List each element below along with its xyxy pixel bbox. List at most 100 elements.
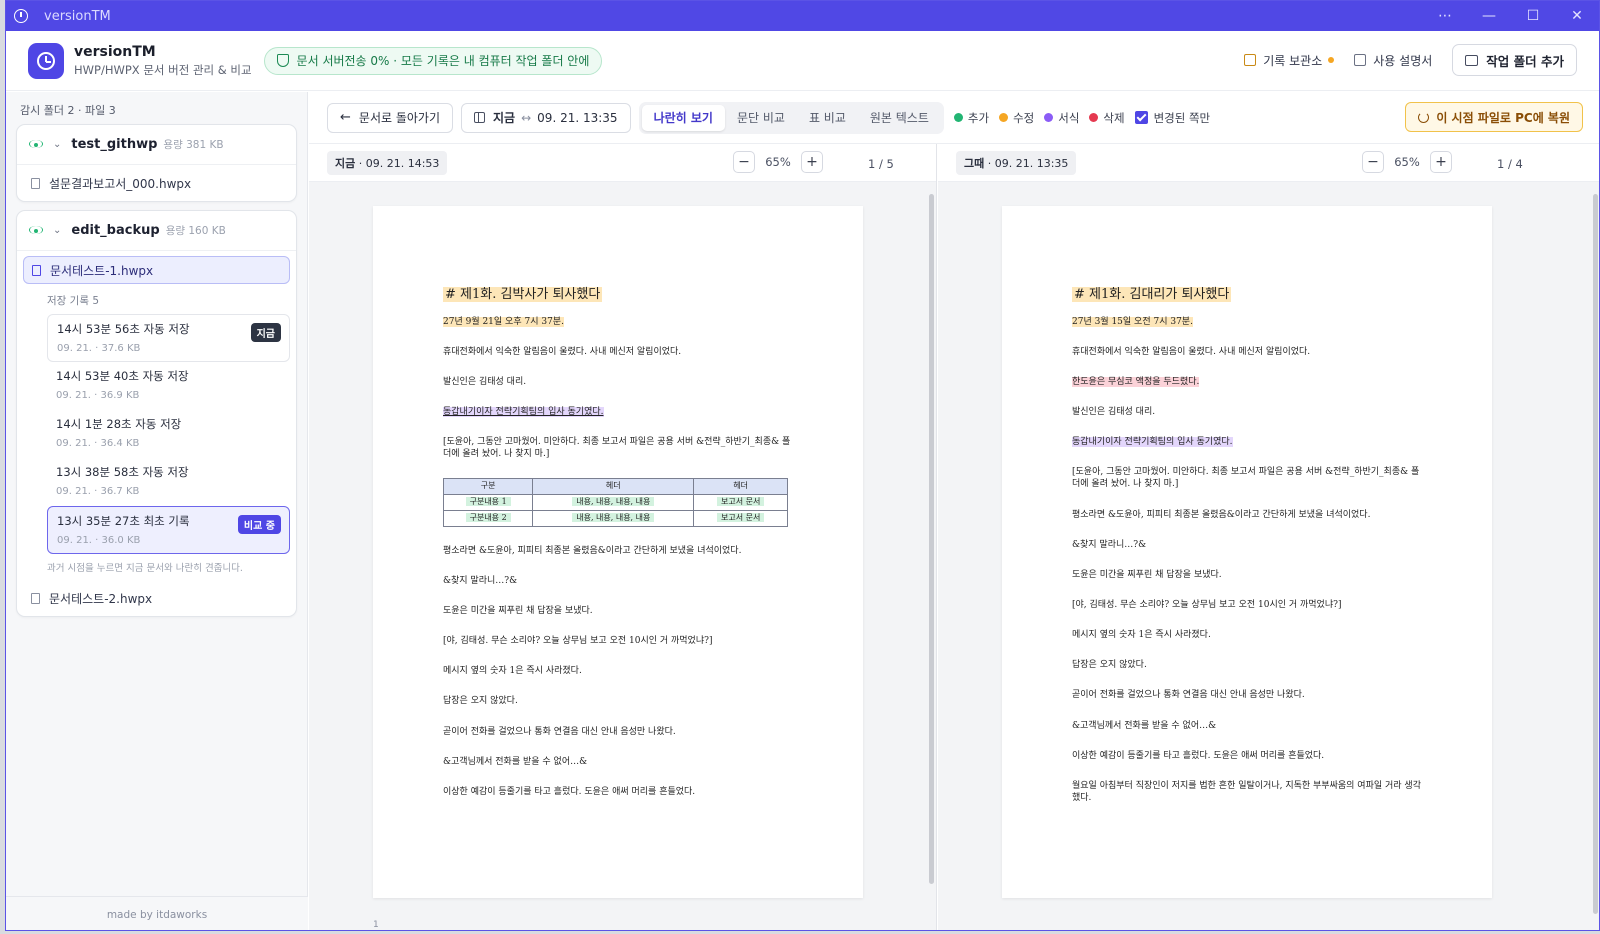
app-header: versionTM HWP/HWPX 문서 버전 관리 & 비교 문서 서버전송… bbox=[6, 31, 1599, 91]
manual-link[interactable]: 사용 설명서 bbox=[1354, 52, 1432, 69]
document-content: # 제1화. 김대리가 퇴사했다 27년 3월 15일 오전 7시 37분. 휴… bbox=[1072, 286, 1427, 804]
range-now: 지금 bbox=[493, 111, 516, 125]
doc-paragraph: 평소라면 &도윤아, 피피티 최종본 올렸음&이라고 간단하게 보냈을 녀석이었… bbox=[443, 545, 742, 556]
page-footer-number: 1 bbox=[373, 920, 379, 930]
tab-raw-text[interactable]: 원본 텍스트 bbox=[858, 105, 941, 131]
legend-deleted: 삭제 bbox=[1089, 110, 1125, 126]
maximize-icon[interactable]: ☐ bbox=[1511, 1, 1555, 31]
history-meta: 09. 21. · 36.4 KB bbox=[56, 438, 140, 449]
history-meta: 09. 21. · 36.7 KB bbox=[56, 486, 140, 497]
file-icon bbox=[32, 264, 41, 276]
zoom-control: − 65% + bbox=[1362, 151, 1452, 173]
doc-paragraph: &찾지 말라니…?& bbox=[1072, 539, 1147, 550]
table-cell: 내용, 내용, 내용, 내용 bbox=[572, 512, 655, 522]
doc-paragraph: &고객님께서 전화를 받을 수 없어…& bbox=[1072, 720, 1217, 731]
history-hint: 과거 시점을 누르면 지금 문서와 나란히 견줍니다. bbox=[47, 563, 243, 574]
file-item[interactable]: 설문결과보고서_000.hwpx bbox=[17, 165, 296, 201]
app-name: versionTM bbox=[74, 43, 156, 60]
history-item-comparing[interactable]: 13시 35분 27초 최초 기록 09. 21. · 36.0 KB 비교 중 bbox=[47, 506, 290, 554]
back-to-document-button[interactable]: ← 문서로 돌아가기 bbox=[327, 102, 454, 133]
doc-paragraph: 답장은 오지 않았다. bbox=[443, 696, 518, 707]
doc-date: 27년 3월 15일 오전 7시 37분. bbox=[1072, 316, 1193, 327]
document-content: # 제1화. 김박사가 퇴사했다 27년 9월 21일 오후 7시 37분. 휴… bbox=[442, 286, 798, 798]
table-row: 구분내용 2 내용, 내용, 내용, 내용 보고서 문서 bbox=[442, 509, 788, 527]
file-name: 문서테스트-2.hwpx bbox=[49, 591, 153, 606]
restore-icon bbox=[1418, 111, 1430, 123]
legend-label: 수정 bbox=[1013, 110, 1035, 125]
folder-name: test_githwp bbox=[71, 137, 158, 152]
app-window: versionTM ⋯ — ☐ ✕ versionTM HWP/HWPX 문서 … bbox=[5, 0, 1600, 931]
header-actions: 기록 보관소 사용 설명서 작업 폴더 추가 bbox=[1244, 44, 1577, 76]
history-title: 14시 1분 28초 자동 저장 bbox=[56, 417, 182, 431]
arrow-left-icon: ← bbox=[340, 110, 351, 125]
close-icon[interactable]: ✕ bbox=[1555, 1, 1599, 31]
zoom-out-button[interactable]: − bbox=[1362, 151, 1384, 173]
file-item[interactable]: 문서테스트-2.hwpx bbox=[17, 580, 296, 616]
zoom-in-button[interactable]: + bbox=[1430, 151, 1452, 173]
pane-tag: 그때 · 09. 21. 13:35 bbox=[956, 150, 1077, 175]
doc-paragraph: 평소라면 &도윤아, 피피티 최종본 올렸음&이라고 간단하게 보냈을 녀석이었… bbox=[1072, 509, 1371, 520]
history-clock-icon bbox=[37, 51, 55, 70]
manual-label: 사용 설명서 bbox=[1373, 53, 1433, 68]
legend-dot bbox=[999, 113, 1009, 122]
more-icon[interactable]: ⋯ bbox=[1423, 1, 1467, 31]
pane-tag-bold: 그때 bbox=[964, 156, 985, 170]
window-title: versionTM bbox=[44, 8, 111, 24]
scrollbar[interactable] bbox=[1593, 194, 1598, 914]
table-cell: 구분내용 1 bbox=[465, 497, 511, 507]
history-item[interactable]: 14시 53분 40초 자동 저장 09. 21. · 36.9 KB bbox=[47, 362, 290, 410]
table-header: 헤더 bbox=[693, 478, 788, 496]
scrollbar[interactable] bbox=[929, 194, 934, 884]
compare-toolbar: ← 문서로 돌아가기 지금 ↔ 09. 21. 13:35 나란히 보기 문단 … bbox=[309, 92, 1599, 144]
archive-link[interactable]: 기록 보관소 bbox=[1244, 52, 1335, 69]
sidebar-footer: made by itdaworks bbox=[6, 896, 308, 930]
legend-dot bbox=[1089, 113, 1099, 122]
compare-view: ← 문서로 돌아가기 지금 ↔ 09. 21. 13:35 나란히 보기 문단 … bbox=[309, 92, 1599, 930]
file-icon bbox=[31, 177, 40, 189]
app-logo bbox=[28, 42, 64, 79]
page-indicator: 1 / 4 bbox=[1497, 157, 1523, 171]
folder-card-edit-backup: ⌄ edit_backup 용량 160 KB 문서테스트-1.hwpx 저장 … bbox=[16, 210, 297, 617]
pane-header: 지금 · 09. 21. 14:53 − 65% + 1 / 5 bbox=[309, 144, 936, 182]
doc-paragraph: 메시지 옆의 숫자 1은 즉시 사라졌다. bbox=[1072, 630, 1211, 641]
folder-row[interactable]: ⌄ test_githwp 용량 381 KB bbox=[17, 125, 296, 165]
folder-row[interactable]: ⌄ edit_backup 용량 160 KB bbox=[17, 211, 296, 251]
history-title: 14시 53분 40초 자동 저장 bbox=[56, 369, 189, 383]
add-folder-button[interactable]: 작업 폴더 추가 bbox=[1452, 44, 1577, 76]
zoom-value: 65% bbox=[765, 155, 791, 169]
minimize-icon[interactable]: — bbox=[1467, 1, 1511, 31]
zoom-out-button[interactable]: − bbox=[733, 151, 755, 173]
folder-card-test-githwp: ⌄ test_githwp 용량 381 KB 설문결과보고서_000.hwpx bbox=[16, 124, 297, 202]
table-cell: 보고서 문서 bbox=[716, 497, 765, 507]
changed-only-checkbox[interactable]: 변경된 쪽만 bbox=[1134, 110, 1210, 126]
file-item-selected[interactable]: 문서테스트-1.hwpx bbox=[23, 256, 290, 284]
restore-button[interactable]: 이 시점 파일로 PC에 복원 bbox=[1405, 102, 1583, 132]
table-header: 헤더 bbox=[532, 478, 695, 496]
page-indicator: 1 / 5 bbox=[868, 157, 894, 171]
checkbox-checked-icon[interactable] bbox=[1134, 111, 1148, 124]
table-header: 구분 bbox=[442, 478, 534, 496]
doc-paragraph: [야, 김태성. 무슨 소리야? 오늘 상무님 보고 오전 10시인 거 까먹었… bbox=[1072, 599, 1342, 610]
folder-size: 용량 160 KB bbox=[165, 225, 226, 237]
doc-paragraph: 도윤은 미간을 찌푸린 채 답장을 보냈다. bbox=[443, 606, 593, 617]
time-range-selector[interactable]: 지금 ↔ 09. 21. 13:35 bbox=[461, 102, 631, 133]
doc-paragraph: 답장은 오지 않았다. bbox=[1072, 660, 1147, 671]
doc-paragraph-format: 동갑내기이자 전략기획팀의 입사 동기였다. bbox=[443, 406, 604, 417]
comparing-badge: 비교 중 bbox=[237, 515, 281, 534]
past-pane: 그때 · 09. 21. 13:35 − 65% + 1 / 4 # 제1화. … bbox=[938, 144, 1599, 930]
tab-paragraph-compare[interactable]: 문단 비교 bbox=[725, 105, 797, 131]
title-bar: versionTM ⋯ — ☐ ✕ bbox=[6, 1, 1599, 31]
tab-table-compare[interactable]: 표 비교 bbox=[797, 105, 858, 131]
tab-side-by-side[interactable]: 나란히 보기 bbox=[641, 104, 725, 131]
back-label: 문서로 돌아가기 bbox=[358, 111, 441, 125]
brand: versionTM HWP/HWPX 문서 버전 관리 & 비교 bbox=[74, 44, 252, 78]
zoom-in-button[interactable]: + bbox=[801, 151, 823, 173]
history-item-current[interactable]: 14시 53분 56초 자동 저장 09. 21. · 37.6 KB 지금 bbox=[47, 314, 290, 362]
history-item[interactable]: 14시 1분 28초 자동 저장 09. 21. · 36.4 KB bbox=[47, 410, 290, 458]
chevron-down-icon[interactable]: ⌄ bbox=[53, 139, 61, 150]
history-meta: 09. 21. · 36.9 KB bbox=[56, 390, 140, 401]
history-item[interactable]: 13시 38분 58초 자동 저장 09. 21. · 36.7 KB bbox=[47, 458, 290, 506]
range-sep: ↔ bbox=[521, 110, 532, 125]
chevron-down-icon[interactable]: ⌄ bbox=[53, 225, 61, 236]
doc-paragraph: &찾지 말라니…?& bbox=[443, 575, 518, 586]
